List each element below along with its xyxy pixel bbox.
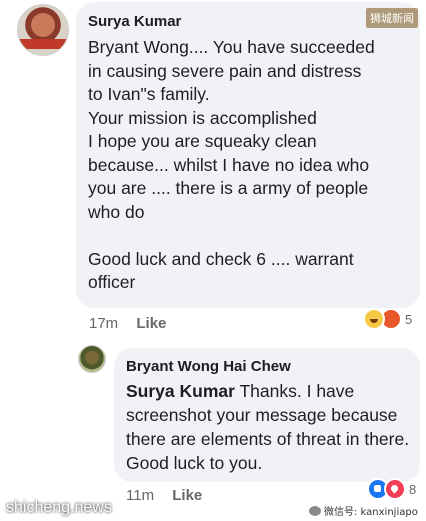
- wechat-id-label: 微信号: kanxinjiapo: [324, 507, 418, 518]
- avatar-bryant-wong[interactable]: [78, 345, 106, 373]
- comment-reactions[interactable]: 5: [363, 308, 412, 330]
- watermark-bottom-right: 微信号: kanxinjiapo: [309, 503, 418, 518]
- watermark-bottom-left: shicheng.news: [6, 499, 112, 516]
- reply-text: Surya Kumar Thanks. I have screenshot yo…: [126, 379, 416, 475]
- wechat-icon: [309, 505, 321, 516]
- reply-author[interactable]: Bryant Wong Hai Chew: [126, 358, 291, 375]
- comment-author[interactable]: Surya Kumar: [88, 13, 181, 30]
- comment-text: Bryant Wong.... You have succeeded in ca…: [88, 37, 375, 292]
- comment-meta: 17m Like: [89, 315, 166, 332]
- avatar-surya-kumar[interactable]: [17, 4, 69, 56]
- comment-reaction-count: 5: [405, 311, 413, 327]
- comment-bubble: Surya Kumar Bryant Wong.... You have suc…: [76, 2, 420, 308]
- reply-like-button[interactable]: Like: [172, 487, 202, 504]
- love-icon: [384, 478, 406, 500]
- reply-reactions[interactable]: 8: [367, 478, 416, 500]
- reply-meta: 11m Like: [126, 487, 202, 504]
- avatar-band: [18, 39, 68, 49]
- reply-bubble: Bryant Wong Hai Chew Surya Kumar Thanks.…: [114, 348, 420, 482]
- comment-like-button[interactable]: Like: [136, 315, 166, 332]
- reply-timestamp[interactable]: 11m: [126, 487, 154, 504]
- haha-icon: [363, 308, 385, 330]
- watermark-top-right: 狮城新闻: [366, 8, 418, 28]
- reply-mention[interactable]: Surya Kumar: [126, 381, 235, 401]
- comment-timestamp[interactable]: 17m: [89, 315, 118, 332]
- reply-reaction-count: 8: [409, 481, 417, 497]
